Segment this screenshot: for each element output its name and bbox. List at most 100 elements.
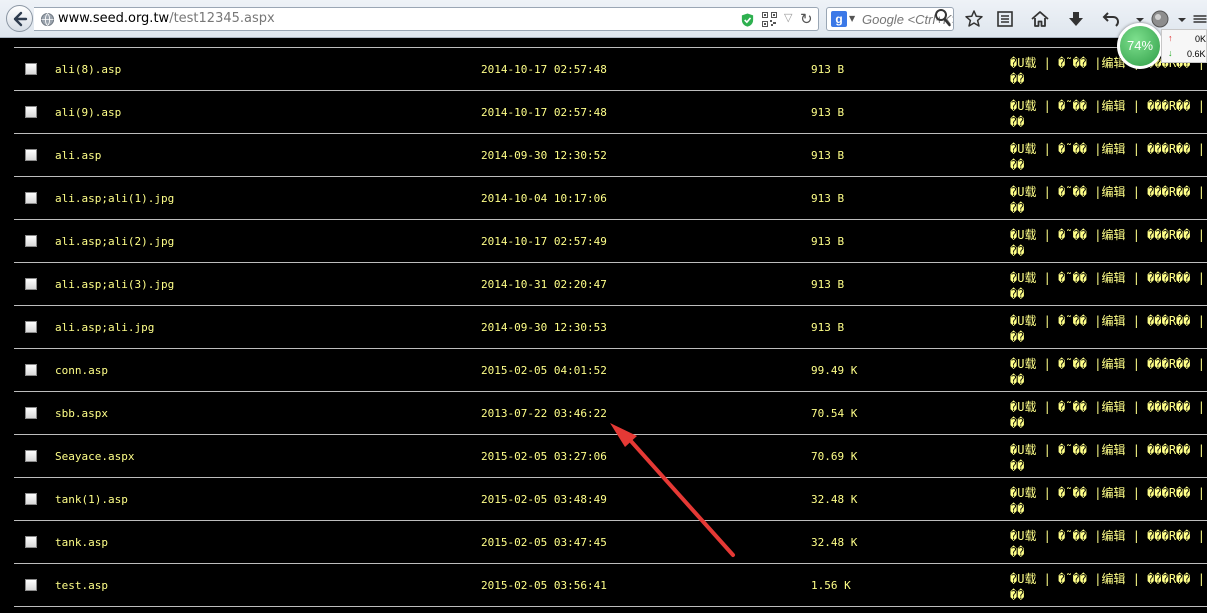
table-row: ali.asp;ali(3).jpg 2014-10-31 02:20:47 913… [14,263,1207,306]
file-name-link[interactable]: tank(1).asp [55,493,128,506]
file-list: ali(8).asp 2014-10-17 02:57:48 913 B �U载 | … [0,38,1207,613]
file-date: 2014-10-17 02:57:48 [481,63,607,76]
file-actions[interactable]: �U载 | �˜�� |编辑 | ���R�� | �� [1010,485,1207,517]
row-checkbox[interactable] [25,450,37,462]
addon-globe-icon[interactable] [1150,9,1170,29]
download-arrow-icon: ↓ [1168,48,1173,58]
bookmark-star-icon[interactable] [964,9,984,29]
file-date: 2014-09-30 12:30:52 [481,149,607,162]
file-date: 2013-07-22 03:46:22 [481,407,607,420]
qr-code-icon[interactable] [762,12,777,27]
file-name-link[interactable]: tank.asp [55,536,108,549]
file-actions[interactable]: �U载 | �˜�� |编辑 | ���R�� | �� [1010,270,1207,302]
file-size: 913 B [811,106,845,119]
search-icon[interactable] [934,8,952,28]
file-date: 2014-10-31 02:20:47 [481,278,607,291]
file-actions[interactable]: �U载 | �˜�� |编辑 | ���R�� | �� [1010,399,1207,431]
file-size: 913 B [811,63,845,76]
undo-icon[interactable] [1101,9,1121,29]
home-icon[interactable] [1030,9,1050,29]
row-checkbox[interactable] [25,579,37,591]
addon-dropdown-icon[interactable] [1172,9,1186,29]
file-name-link[interactable]: ali.asp;ali.jpg [55,321,154,334]
download-icon[interactable] [1066,9,1086,29]
history-dropdown-icon[interactable]: ▽ [784,11,792,24]
file-date: 2015-02-05 03:56:41 [481,579,607,592]
url-path: /test12345.aspx [169,11,275,26]
upload-arrow-icon: ↑ [1168,33,1173,43]
row-checkbox[interactable] [25,407,37,419]
file-size: 1.56 K [811,579,851,592]
file-actions[interactable]: �U载 | �˜�� |编辑 | ���R�� | �� [1010,227,1207,259]
file-name-link[interactable]: ali.asp;ali(1).jpg [55,192,174,205]
table-row: ali.asp;ali(2).jpg 2014-10-17 02:57:49 913… [14,220,1207,263]
row-checkbox[interactable] [25,364,37,376]
network-speed-panel: ↑ 0K ↓ 0.6K [1161,29,1207,63]
row-checkbox[interactable] [25,149,37,161]
back-button[interactable] [6,5,33,32]
file-name-link[interactable]: ali(8).asp [55,63,121,76]
file-name-link[interactable]: ali.asp;ali(3).jpg [55,278,174,291]
table-row: ali.asp 2014-09-30 12:30:52 913 B �U载 | �˜�… [14,134,1207,177]
row-checkbox[interactable] [25,63,37,75]
file-actions[interactable]: �U载 | �˜�� |编辑 | ���R�� | �� [1010,313,1207,345]
browser-toolbar: www.seed.org.tw/test12345.aspx ▽ ↻ g ▼ G… [0,0,1207,38]
table-row: sbb.aspx 2013-07-22 03:46:22 70.54 K �U载 | … [14,392,1207,435]
table-row: conn.asp 2015-02-05 04:01:52 99.49 K �U载 | … [14,349,1207,392]
file-date: 2015-02-05 03:27:06 [481,450,607,463]
file-actions[interactable]: �U载 | �˜�� |编辑 | ���R�� | �� [1010,528,1207,560]
file-date: 2015-02-05 03:47:45 [481,536,607,549]
table-row: ali(8).asp 2014-10-17 02:57:48 913 B �U载 | … [14,48,1207,91]
globe-icon [40,12,55,27]
menu-icon[interactable] [1190,9,1207,29]
url-text: www.seed.org.tw/test12345.aspx [58,11,275,26]
row-checkbox[interactable] [25,536,37,548]
file-date: 2014-09-30 12:30:53 [481,321,607,334]
row-checkbox[interactable] [25,493,37,505]
file-actions[interactable]: �U载 | �˜�� |编辑 | ���R�� | �� [1010,184,1207,216]
file-date: 2014-10-17 02:57:49 [481,235,607,248]
file-name-link[interactable]: ali(9).asp [55,106,121,119]
file-date: 2015-02-05 04:01:52 [481,364,607,377]
address-bar[interactable]: www.seed.org.tw/test12345.aspx ▽ ↻ [34,7,819,31]
google-icon[interactable]: g [831,11,847,27]
reload-icon[interactable]: ↻ [800,10,813,28]
file-size: 913 B [811,321,845,334]
speed-percent: 74% [1126,38,1154,53]
file-name-link[interactable]: Seayace.aspx [55,450,134,463]
file-size: 913 B [811,278,845,291]
row-checkbox[interactable] [25,235,37,247]
file-name-link[interactable]: sbb.aspx [55,407,108,420]
file-actions[interactable]: �U载 | �˜�� |编辑 | ���R�� | �� [1010,141,1207,173]
file-size: 32.48 K [811,493,858,506]
row-checkbox[interactable] [25,106,37,118]
file-size: 70.69 K [811,450,858,463]
file-actions[interactable]: �U载 | �˜�� |编辑 | ���R�� | �� [1010,571,1207,603]
file-actions[interactable]: �U载 | �˜�� |编辑 | ���R�� | �� [1010,98,1207,130]
back-arrow-icon [13,11,27,26]
file-size: 32.48 K [811,536,858,549]
file-actions[interactable]: �U载 | �˜�� |编辑 | ���R�� | �� [1010,356,1207,388]
table-row: ali.asp;ali.jpg 2014-09-30 12:30:53 913 B �… [14,306,1207,349]
file-date: 2015-02-05 03:48:49 [481,493,607,506]
table-row: Seayace.aspx 2015-02-05 03:27:06 70.69 K �U… [14,435,1207,478]
file-name-link[interactable]: conn.asp [55,364,108,377]
file-date: 2014-10-04 10:17:06 [481,192,607,205]
search-engine-dropdown-icon[interactable]: ▼ [849,14,855,23]
file-size: 913 B [811,149,845,162]
file-actions[interactable]: �U载 | �˜�� |编辑 | ���R�� | �� [1010,442,1207,474]
row-checkbox[interactable] [25,278,37,290]
table-row: ali.asp;ali(1).jpg 2014-10-04 10:17:06 913… [14,177,1207,220]
row-checkbox[interactable] [25,321,37,333]
table-row: ali(9).asp 2014-10-17 02:57:48 913 B �U载 | … [14,91,1207,134]
file-name-link[interactable]: ali.asp [55,149,101,162]
file-date: 2014-10-17 02:57:48 [481,106,607,119]
file-size: 913 B [811,235,845,248]
shield-icon[interactable] [740,12,755,28]
row-checkbox[interactable] [25,192,37,204]
network-speed-badge[interactable]: 74% [1117,23,1163,69]
file-name-link[interactable]: ali.asp;ali(2).jpg [55,235,174,248]
file-name-link[interactable]: test.asp [55,579,108,592]
bookmarks-menu-icon[interactable] [995,9,1015,29]
download-speed: 0.6K [1187,49,1206,59]
